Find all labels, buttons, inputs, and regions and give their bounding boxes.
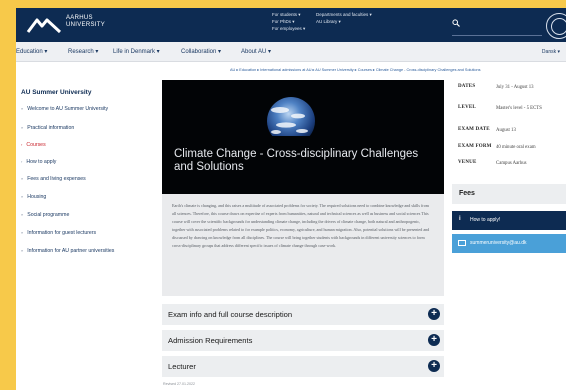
breadcrumb[interactable]: AU ▸ Education ▸ International admission… bbox=[230, 67, 481, 72]
accordion-label: Admission Requirements bbox=[168, 336, 253, 345]
main-nav-collaboration[interactable]: Collaboration ▾ bbox=[181, 48, 221, 55]
logo-wordmark[interactable]: AARHUS UNIVERSITY bbox=[66, 15, 105, 29]
top-nav-phds[interactable]: For PhDs ▾ bbox=[272, 18, 305, 25]
accordion-admission-requirements[interactable]: Admission Requirements + bbox=[162, 330, 444, 351]
fact-label-exam-date: EXAM DATE bbox=[458, 127, 490, 132]
mail-icon bbox=[458, 240, 466, 246]
earth-image bbox=[162, 97, 444, 194]
how-to-apply-label: How to apply! bbox=[470, 217, 501, 223]
sidebar-item-fees[interactable]: » Fees and living expenses bbox=[21, 176, 86, 182]
university-seal-icon bbox=[546, 13, 566, 39]
top-nav-group-2: Departments and faculties ▾ AU Library ▾ bbox=[316, 11, 372, 25]
sidebar-item-label: Practical information bbox=[27, 125, 75, 131]
language-switch[interactable]: Dansk ▾ bbox=[542, 49, 560, 55]
fact-value-exam-form: 40 minute oral exam bbox=[496, 145, 536, 150]
page: AARHUS UNIVERSITY For students ▾ For PhD… bbox=[16, 8, 566, 390]
how-to-apply-button[interactable]: i How to apply! bbox=[452, 211, 566, 230]
sidebar-item-label: Fees and living expenses bbox=[27, 176, 86, 182]
sidebar-item-label: Information for AU partner universities bbox=[27, 248, 115, 254]
chevron-right-icon: » bbox=[21, 248, 24, 253]
au-logo-icon[interactable] bbox=[26, 16, 62, 34]
info-icon: i bbox=[459, 216, 461, 222]
sidebar-item-partner-universities[interactable]: » Information for AU partner universities bbox=[21, 248, 114, 254]
sidebar-item-label: Social programme bbox=[27, 212, 70, 218]
top-nav-students[interactable]: For students ▾ bbox=[272, 11, 305, 18]
main-nav-about-au[interactable]: About AU ▾ bbox=[241, 48, 271, 55]
plus-circle-icon[interactable]: + bbox=[428, 308, 440, 320]
main-nav-research[interactable]: Research ▾ bbox=[68, 48, 98, 55]
accordion-label: Lecturer bbox=[168, 362, 196, 371]
revised-date: Revised 27.01.2022 bbox=[163, 382, 195, 386]
chevron-right-icon: » bbox=[21, 106, 24, 111]
fact-label-level: LEVEL bbox=[458, 105, 476, 110]
top-bar: AARHUS UNIVERSITY For students ▾ For PhD… bbox=[16, 8, 566, 42]
fact-label-venue: VENUE bbox=[458, 160, 477, 165]
top-nav-group-1: For students ▾ For PhDs ▾ For employees … bbox=[272, 11, 305, 32]
fact-label-dates: DATES bbox=[458, 84, 476, 89]
accordion-label: Exam info and full course description bbox=[168, 310, 293, 319]
chevron-right-icon: » bbox=[21, 230, 24, 235]
main-nav-education[interactable]: Education ▾ bbox=[16, 48, 47, 55]
fact-label-exam-form: EXAM FORM bbox=[458, 144, 492, 149]
accordion-lecturer[interactable]: Lecturer + bbox=[162, 356, 444, 377]
chevron-right-icon: » bbox=[21, 125, 24, 130]
search-icon[interactable] bbox=[452, 19, 460, 27]
plus-circle-icon[interactable]: + bbox=[428, 360, 440, 372]
fees-title: Fees bbox=[459, 190, 475, 197]
fact-value-level: Master's level - 5 ECTS bbox=[496, 106, 542, 111]
page-title: Climate Change - Cross-disciplinary Chal… bbox=[174, 148, 419, 173]
search-input[interactable] bbox=[452, 35, 542, 36]
sidebar-item-welcome[interactable]: » Welcome to AU Summer University bbox=[21, 106, 108, 112]
fact-value-dates: July 31 - August 13 bbox=[496, 85, 534, 90]
sidebar-item-label: Housing bbox=[27, 194, 47, 200]
logo-line-2: UNIVERSITY bbox=[66, 22, 106, 28]
sidebar-item-courses[interactable]: › Courses bbox=[21, 142, 46, 148]
chevron-right-icon: › bbox=[21, 159, 23, 164]
chevron-right-icon: » bbox=[21, 194, 24, 199]
chevron-right-icon: » bbox=[21, 176, 24, 181]
sidebar-item-housing[interactable]: » Housing bbox=[21, 194, 46, 200]
top-nav-employees[interactable]: For employees ▾ bbox=[272, 25, 305, 32]
course-description-text: Earth's climate is changing, and this ra… bbox=[172, 203, 430, 249]
sidebar-title[interactable]: AU Summer University bbox=[21, 89, 91, 96]
main-nav: Education ▾ Research ▾ Life in Denmark ▾… bbox=[16, 42, 566, 62]
sidebar-item-label: Welcome to AU Summer University bbox=[27, 106, 109, 112]
main-nav-life-in-denmark[interactable]: Life in Denmark ▾ bbox=[113, 48, 160, 55]
sidebar-item-guest-lecturers[interactable]: » Information for guest lecturers bbox=[21, 230, 96, 236]
sidebar-item-practical[interactable]: » Practical information bbox=[21, 125, 74, 131]
sidebar-item-social[interactable]: » Social programme bbox=[21, 212, 69, 218]
email-address: summeruniversity@au.dk bbox=[470, 240, 527, 246]
chevron-right-icon: » bbox=[21, 212, 24, 217]
sidebar-item-label: How to apply bbox=[26, 159, 57, 165]
fact-value-exam-date: August 13 bbox=[496, 128, 516, 133]
email-contact-button[interactable]: summeruniversity@au.dk bbox=[452, 234, 566, 253]
fact-value-venue: Campus Aarhus bbox=[496, 161, 527, 166]
course-description: Earth's climate is changing, and this ra… bbox=[162, 194, 444, 296]
hero-banner: Climate Change - Cross-disciplinary Chal… bbox=[162, 80, 444, 194]
logo-line-1: AARHUS bbox=[66, 15, 93, 21]
fees-panel[interactable]: Fees bbox=[452, 184, 566, 204]
top-nav-library[interactable]: AU Library ▾ bbox=[316, 18, 372, 25]
chevron-right-icon: › bbox=[21, 142, 23, 147]
accordion-exam-info[interactable]: Exam info and full course description + bbox=[162, 304, 444, 325]
sidebar-item-label: Courses bbox=[26, 142, 46, 148]
plus-circle-icon[interactable]: + bbox=[428, 334, 440, 346]
top-nav-departments[interactable]: Departments and faculties ▾ bbox=[316, 11, 372, 18]
sidebar-item-label: Information for guest lecturers bbox=[27, 230, 97, 236]
sidebar-item-how-to-apply[interactable]: › How to apply bbox=[21, 159, 56, 165]
